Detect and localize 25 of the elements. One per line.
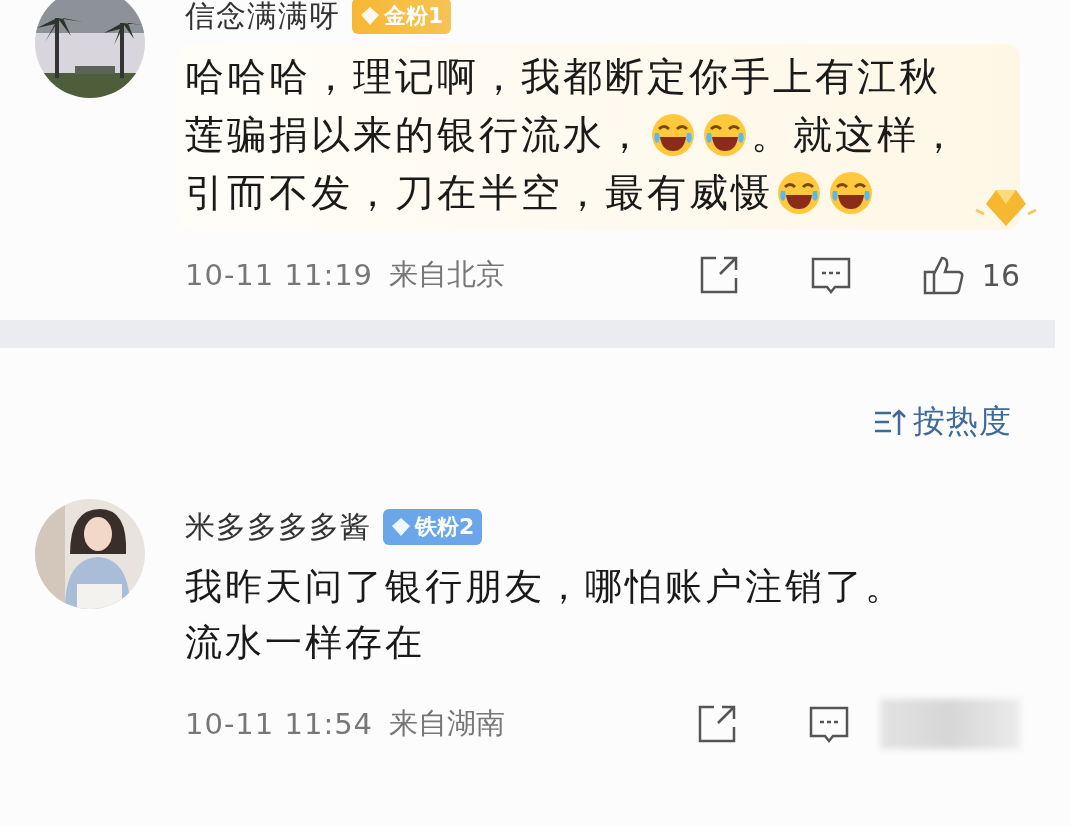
fan-badge: 铁粉2 [383, 509, 483, 545]
sort-icon [873, 407, 907, 437]
comment-location: 来自北京 [389, 256, 506, 293]
user-name[interactable]: 米多多多多酱 [185, 506, 371, 548]
comment-text: 莲骗捐以来的银行流水， [185, 111, 647, 159]
comment-text: 流水一样存在 [185, 620, 425, 666]
comment-location: 来自湖南 [389, 705, 506, 742]
sort-button[interactable]: 按热度 [873, 400, 1012, 444]
comment-text: 我昨天问了银行朋友，哪怕账户注销了。 [185, 564, 905, 610]
laughing-emoji-icon [775, 169, 823, 217]
user-name[interactable]: 信念满满呀 [185, 0, 340, 37]
comment-text: 引而不发，刀在半空，最有威慑 [185, 169, 773, 217]
like-count: 16 [981, 257, 1020, 293]
laughing-emoji-icon [827, 169, 875, 217]
laughing-emoji-icon [701, 111, 749, 159]
thumbs-up-icon[interactable] [921, 254, 964, 296]
share-icon[interactable] [696, 703, 738, 745]
diamond-icon [360, 6, 380, 26]
comment-text: 哈哈哈，理记啊，我都断定你手上有江秋 [185, 53, 941, 101]
comment-time: 10-11 11:54 [185, 707, 374, 741]
diamond-icon [391, 517, 411, 537]
comment-text: 。就这样， [751, 111, 961, 159]
fan-badge: 金粉1 [352, 0, 452, 34]
comment-time: 10-11 11:19 [185, 258, 374, 292]
laughing-emoji-icon [649, 111, 697, 159]
